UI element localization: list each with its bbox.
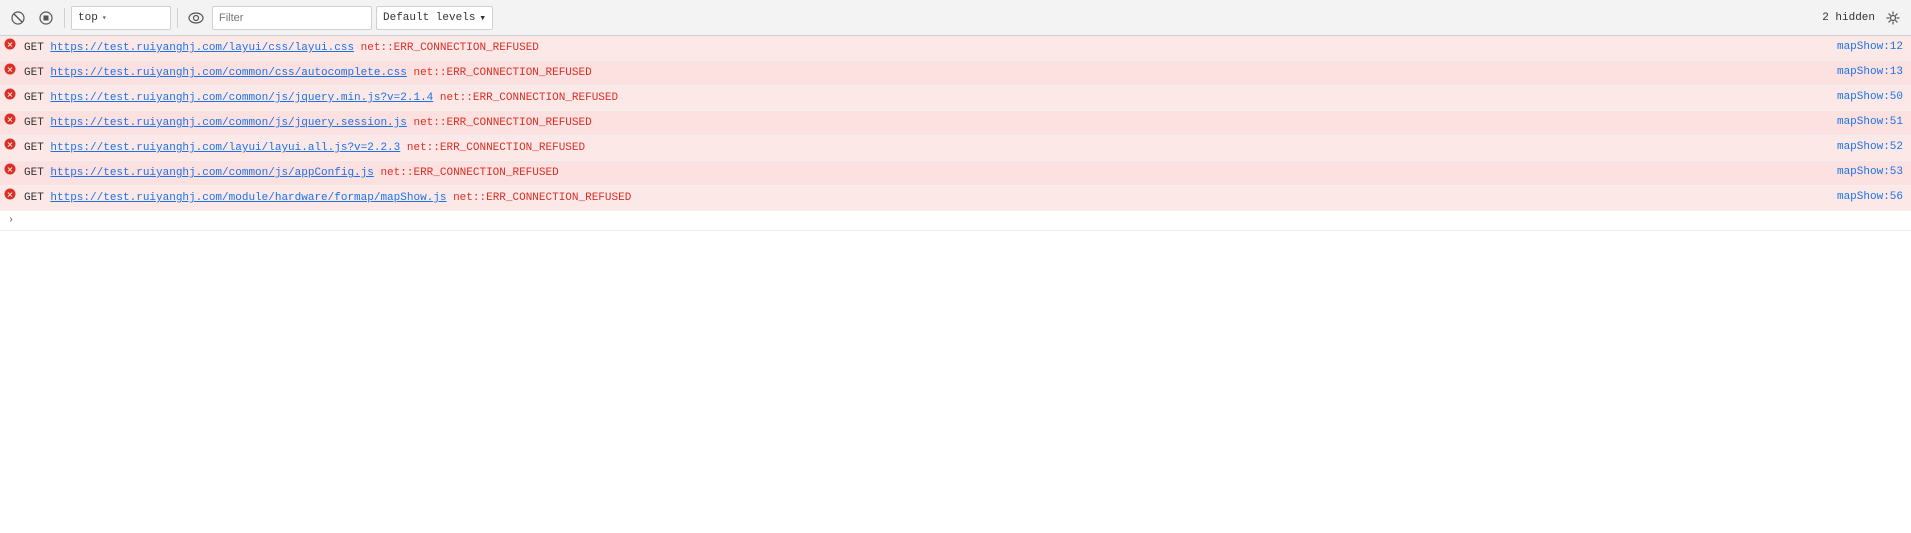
error-icon: ✕ xyxy=(0,188,20,200)
get-label: GET xyxy=(24,192,50,204)
row-content: GET https://test.ruiyanghj.com/common/js… xyxy=(20,88,1811,108)
chevron-down-icon: ▾ xyxy=(102,13,107,23)
url-link[interactable]: https://test.ruiyanghj.com/layui/css/lay… xyxy=(50,42,354,54)
row-content: GET https://test.ruiyanghj.com/common/js… xyxy=(20,113,1811,133)
hidden-count-area: 2 hidden xyxy=(1822,6,1905,30)
svg-text:✕: ✕ xyxy=(7,116,14,125)
console-output: ✕ GET https://test.ruiyanghj.com/layui/cs… xyxy=(0,36,1911,533)
get-label: GET xyxy=(24,167,50,179)
toolbar-separator-1 xyxy=(64,8,65,28)
svg-text:✕: ✕ xyxy=(7,191,14,200)
row-content: GET https://test.ruiyanghj.com/common/cs… xyxy=(20,63,1811,83)
row-source[interactable]: mapShow:13 xyxy=(1811,63,1911,81)
row-source[interactable]: mapShow:12 xyxy=(1811,38,1911,56)
row-source[interactable]: mapShow:50 xyxy=(1811,88,1911,106)
context-selector-label: top xyxy=(78,12,98,24)
url-link[interactable]: https://test.ruiyanghj.com/common/js/jqu… xyxy=(50,92,433,104)
inspect-button[interactable] xyxy=(184,6,208,30)
get-label: GET xyxy=(24,142,50,154)
row-source[interactable]: mapShow:51 xyxy=(1811,113,1911,131)
error-text: net::ERR_CONNECTION_REFUSED xyxy=(433,92,618,104)
row-source[interactable]: mapShow:53 xyxy=(1811,163,1911,181)
error-icon: ✕ xyxy=(0,63,20,75)
row-source[interactable]: mapShow:56 xyxy=(1811,188,1911,206)
table-row: ✕ GET https://test.ruiyanghj.com/module/h… xyxy=(0,186,1911,211)
stop-recording-button[interactable] xyxy=(34,6,58,30)
svg-text:✕: ✕ xyxy=(7,141,14,150)
error-icon: ✕ xyxy=(0,88,20,100)
table-row: ✕ GET https://test.ruiyanghj.com/layui/cs… xyxy=(0,36,1911,61)
get-label: GET xyxy=(24,92,50,104)
svg-text:✕: ✕ xyxy=(7,41,14,50)
svg-text:✕: ✕ xyxy=(7,66,14,75)
get-label: GET xyxy=(24,67,50,79)
url-link[interactable]: https://test.ruiyanghj.com/layui/layui.a… xyxy=(50,142,400,154)
error-icon: ✕ xyxy=(0,138,20,150)
error-icon: ✕ xyxy=(0,38,20,50)
expand-row: › xyxy=(0,211,1911,231)
row-content: GET https://test.ruiyanghj.com/layui/lay… xyxy=(20,138,1811,158)
log-level-selector[interactable]: Default levels ▾ xyxy=(376,6,493,30)
clear-console-button[interactable] xyxy=(6,6,30,30)
row-content: GET https://test.ruiyanghj.com/module/ha… xyxy=(20,188,1811,208)
hidden-count-label: 2 hidden xyxy=(1822,12,1875,24)
url-link[interactable]: https://test.ruiyanghj.com/module/hardwa… xyxy=(50,192,446,204)
error-icon: ✕ xyxy=(0,113,20,125)
error-text: net::ERR_CONNECTION_REFUSED xyxy=(354,42,539,54)
svg-text:✕: ✕ xyxy=(7,91,14,100)
error-text: net::ERR_CONNECTION_REFUSED xyxy=(374,167,559,179)
filter-input[interactable] xyxy=(212,6,372,30)
svg-text:✕: ✕ xyxy=(7,166,14,175)
log-level-label: Default levels xyxy=(383,12,475,24)
table-row: ✕ GET https://test.ruiyanghj.com/common/j… xyxy=(0,161,1911,186)
error-text: net::ERR_CONNECTION_REFUSED xyxy=(400,142,585,154)
error-text: net::ERR_CONNECTION_REFUSED xyxy=(407,67,592,79)
log-level-chevron-icon: ▾ xyxy=(479,11,486,25)
row-content: GET https://test.ruiyanghj.com/common/js… xyxy=(20,163,1811,183)
error-text: net::ERR_CONNECTION_REFUSED xyxy=(446,192,631,204)
settings-button[interactable] xyxy=(1881,6,1905,30)
get-label: GET xyxy=(24,42,50,54)
url-link[interactable]: https://test.ruiyanghj.com/common/js/jqu… xyxy=(50,117,406,129)
toolbar-separator-2 xyxy=(177,8,178,28)
url-link[interactable]: https://test.ruiyanghj.com/common/js/app… xyxy=(50,167,373,179)
table-row: ✕ GET https://test.ruiyanghj.com/common/c… xyxy=(0,61,1911,86)
error-icon: ✕ xyxy=(0,163,20,175)
table-row: ✕ GET https://test.ruiyanghj.com/common/j… xyxy=(0,111,1911,136)
error-text: net::ERR_CONNECTION_REFUSED xyxy=(407,117,592,129)
table-row: ✕ GET https://test.ruiyanghj.com/layui/la… xyxy=(0,136,1911,161)
expand-arrow-icon[interactable]: › xyxy=(4,213,18,228)
row-source[interactable]: mapShow:52 xyxy=(1811,138,1911,156)
row-content: GET https://test.ruiyanghj.com/layui/css… xyxy=(20,38,1811,58)
context-selector[interactable]: top ▾ xyxy=(71,6,171,30)
table-row: ✕ GET https://test.ruiyanghj.com/common/j… xyxy=(0,86,1911,111)
url-link[interactable]: https://test.ruiyanghj.com/common/css/au… xyxy=(50,67,406,79)
get-label: GET xyxy=(24,117,50,129)
devtools-toolbar: top ▾ Default levels ▾ 2 hidden xyxy=(0,0,1911,36)
